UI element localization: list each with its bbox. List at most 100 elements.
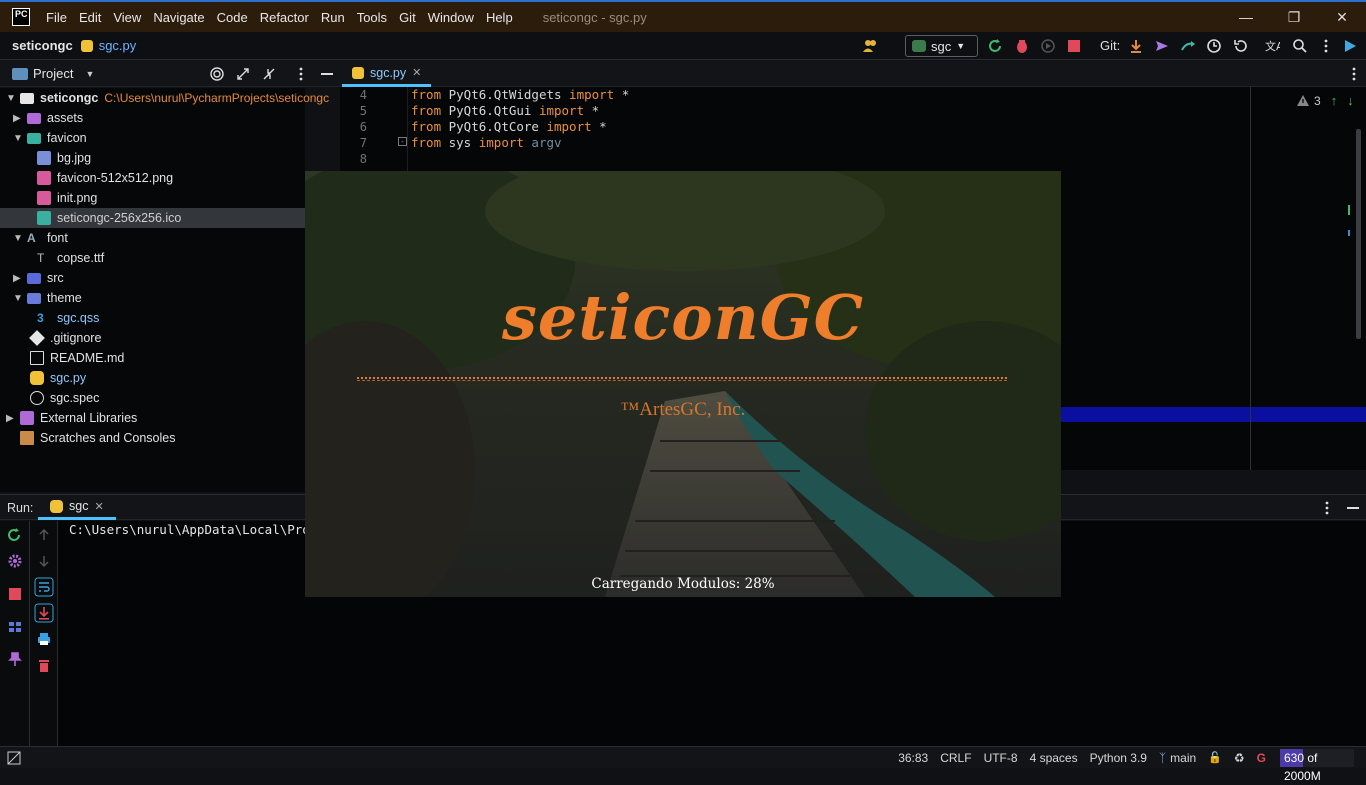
- indent-settings[interactable]: 4 spaces: [1030, 751, 1078, 765]
- clear-trash-icon[interactable]: [36, 657, 52, 673]
- git-commit-icon[interactable]: [1154, 38, 1170, 54]
- tree-item-init-png[interactable]: init.png: [37, 188, 97, 208]
- chevron-down-icon[interactable]: ▼: [6, 93, 18, 104]
- file-encoding[interactable]: UTF-8: [984, 751, 1018, 765]
- scroll-to-end-icon[interactable]: [34, 603, 54, 623]
- stop-icon[interactable]: [7, 586, 23, 602]
- tree-item-sgc-qss[interactable]: 3 sgc.qss: [37, 308, 99, 328]
- tree-item-font[interactable]: ▼ A font: [13, 228, 68, 248]
- breadcrumb-project[interactable]: seticongc: [12, 38, 73, 53]
- debug-icon[interactable]: [1014, 38, 1030, 54]
- tree-item-theme[interactable]: ▼ theme: [13, 288, 82, 308]
- menu-git[interactable]: Git: [393, 10, 422, 25]
- menu-view[interactable]: View: [107, 10, 147, 25]
- tree-item-sgc-py[interactable]: sgc.py: [30, 368, 86, 388]
- tree-item-readme[interactable]: README.md: [30, 348, 124, 368]
- menu-help[interactable]: Help: [480, 10, 519, 25]
- close-tab-icon[interactable]: ✕: [94, 500, 103, 513]
- run-configuration-select[interactable]: sgc ▼: [905, 35, 978, 57]
- menu-code[interactable]: Code: [211, 10, 254, 25]
- tree-item-src[interactable]: ▶ src: [13, 268, 64, 288]
- toggle-panels-icon[interactable]: [6, 750, 22, 766]
- menu-refactor[interactable]: Refactor: [254, 10, 315, 25]
- rerun-icon[interactable]: [988, 38, 1004, 54]
- caret-position[interactable]: 36:83: [898, 751, 928, 765]
- run-options-icon[interactable]: [1319, 500, 1335, 516]
- code-with-me-icon[interactable]: [1342, 38, 1358, 54]
- arrow-up-icon[interactable]: ↑: [1331, 93, 1338, 108]
- menu-window[interactable]: Window: [422, 10, 480, 25]
- menu-run[interactable]: Run: [315, 10, 351, 25]
- layout-icon[interactable]: [7, 619, 23, 635]
- chevron-down-icon[interactable]: ▼: [85, 69, 94, 79]
- arrow-down-icon[interactable]: [36, 553, 52, 569]
- chevron-right-icon[interactable]: ▶: [13, 113, 25, 124]
- fold-icon[interactable]: -: [398, 137, 407, 146]
- menu-file[interactable]: File: [40, 10, 73, 25]
- root-path: C:\Users\nurul\PycharmProjects\seticongc: [104, 91, 330, 105]
- tree-item-ico[interactable]: seticongc-256x256.ico: [0, 208, 305, 228]
- git-branch[interactable]: main: [1170, 751, 1196, 765]
- run-tab-sgc[interactable]: sgc ✕: [38, 495, 116, 520]
- chevron-right-icon[interactable]: ▶: [6, 413, 18, 424]
- coverage-icon[interactable]: [1040, 38, 1056, 54]
- search-icon[interactable]: [1292, 38, 1308, 54]
- locate-file-icon[interactable]: [209, 66, 225, 82]
- lock-icon[interactable]: 🔓: [1208, 751, 1222, 764]
- editor-tab-sgc-py[interactable]: sgc.py ✕: [342, 61, 432, 87]
- project-panel-title[interactable]: Project: [33, 66, 73, 81]
- tree-item-favicon-png[interactable]: favicon-512x512.png: [37, 168, 173, 188]
- collapse-all-icon[interactable]: [261, 66, 277, 82]
- tree-item-bg-jpg[interactable]: bg.jpg: [37, 148, 91, 168]
- more-options-icon[interactable]: [1318, 38, 1334, 54]
- editor-options-icon[interactable]: [1346, 66, 1362, 82]
- memory-indicator[interactable]: 630 of 2000M: [1280, 749, 1354, 783]
- tree-item-copse-ttf[interactable]: T copse.ttf: [37, 248, 104, 268]
- menu-edit[interactable]: Edit: [73, 10, 107, 25]
- tree-item-label: init.png: [57, 191, 98, 205]
- menu-navigate[interactable]: Navigate: [147, 10, 210, 25]
- tree-root[interactable]: ▼ seticongc C:\Users\nurul\PycharmProjec…: [6, 88, 329, 108]
- chevron-right-icon[interactable]: ▶: [13, 273, 25, 284]
- close-icon[interactable]: ✕: [1318, 2, 1366, 32]
- git-push-icon[interactable]: [1180, 38, 1196, 54]
- stop-icon[interactable]: [1066, 38, 1082, 54]
- chevron-down-icon[interactable]: ▼: [13, 233, 25, 244]
- close-tab-icon[interactable]: ✕: [412, 66, 421, 79]
- notifications-icon[interactable]: ♻: [1234, 751, 1245, 765]
- translate-icon[interactable]: 文A: [1264, 38, 1280, 54]
- users-icon[interactable]: [862, 38, 878, 54]
- tree-item-assets[interactable]: ▶ assets: [13, 108, 83, 128]
- pin-icon[interactable]: [7, 651, 23, 667]
- python-interpreter[interactable]: Python 3.9: [1090, 751, 1147, 765]
- soft-wrap-icon[interactable]: [34, 577, 54, 597]
- chevron-down-icon[interactable]: ▼: [13, 293, 25, 304]
- line-separator[interactable]: CRLF: [940, 751, 971, 765]
- tree-item-label: External Libraries: [40, 411, 138, 425]
- editor-scrollbar[interactable]: [1356, 129, 1361, 339]
- rollback-icon[interactable]: [1232, 38, 1248, 54]
- restore-icon[interactable]: ❐: [1270, 2, 1318, 32]
- tree-item-sgc-spec[interactable]: sgc.spec: [30, 388, 99, 408]
- history-icon[interactable]: [1206, 38, 1222, 54]
- options-icon[interactable]: [293, 66, 309, 82]
- arrow-down-icon[interactable]: ↓: [1347, 93, 1354, 108]
- hide-panel-icon[interactable]: [1345, 500, 1361, 516]
- tree-item-favicon[interactable]: ▼ favicon: [13, 128, 87, 148]
- tree-item-scratches[interactable]: Scratches and Consoles: [20, 428, 176, 448]
- expand-all-icon[interactable]: [235, 66, 251, 82]
- tree-item-gitignore[interactable]: .gitignore: [29, 328, 101, 348]
- print-icon[interactable]: [36, 631, 52, 647]
- menu-tools[interactable]: Tools: [351, 10, 393, 25]
- tree-item-external-libraries[interactable]: ▶ External Libraries: [6, 408, 137, 428]
- hide-panel-icon[interactable]: [319, 66, 335, 82]
- breadcrumb-file[interactable]: sgc.py: [99, 38, 137, 53]
- minimize-icon[interactable]: —: [1222, 2, 1270, 32]
- arrow-up-icon[interactable]: [36, 527, 52, 543]
- google-icon[interactable]: G: [1257, 751, 1266, 765]
- settings-icon[interactable]: [7, 553, 23, 569]
- inspection-widget[interactable]: 3 ↑ ↓: [1296, 93, 1354, 108]
- rerun-icon[interactable]: [7, 527, 23, 543]
- git-update-icon[interactable]: [1128, 38, 1144, 54]
- chevron-down-icon[interactable]: ▼: [13, 133, 25, 144]
